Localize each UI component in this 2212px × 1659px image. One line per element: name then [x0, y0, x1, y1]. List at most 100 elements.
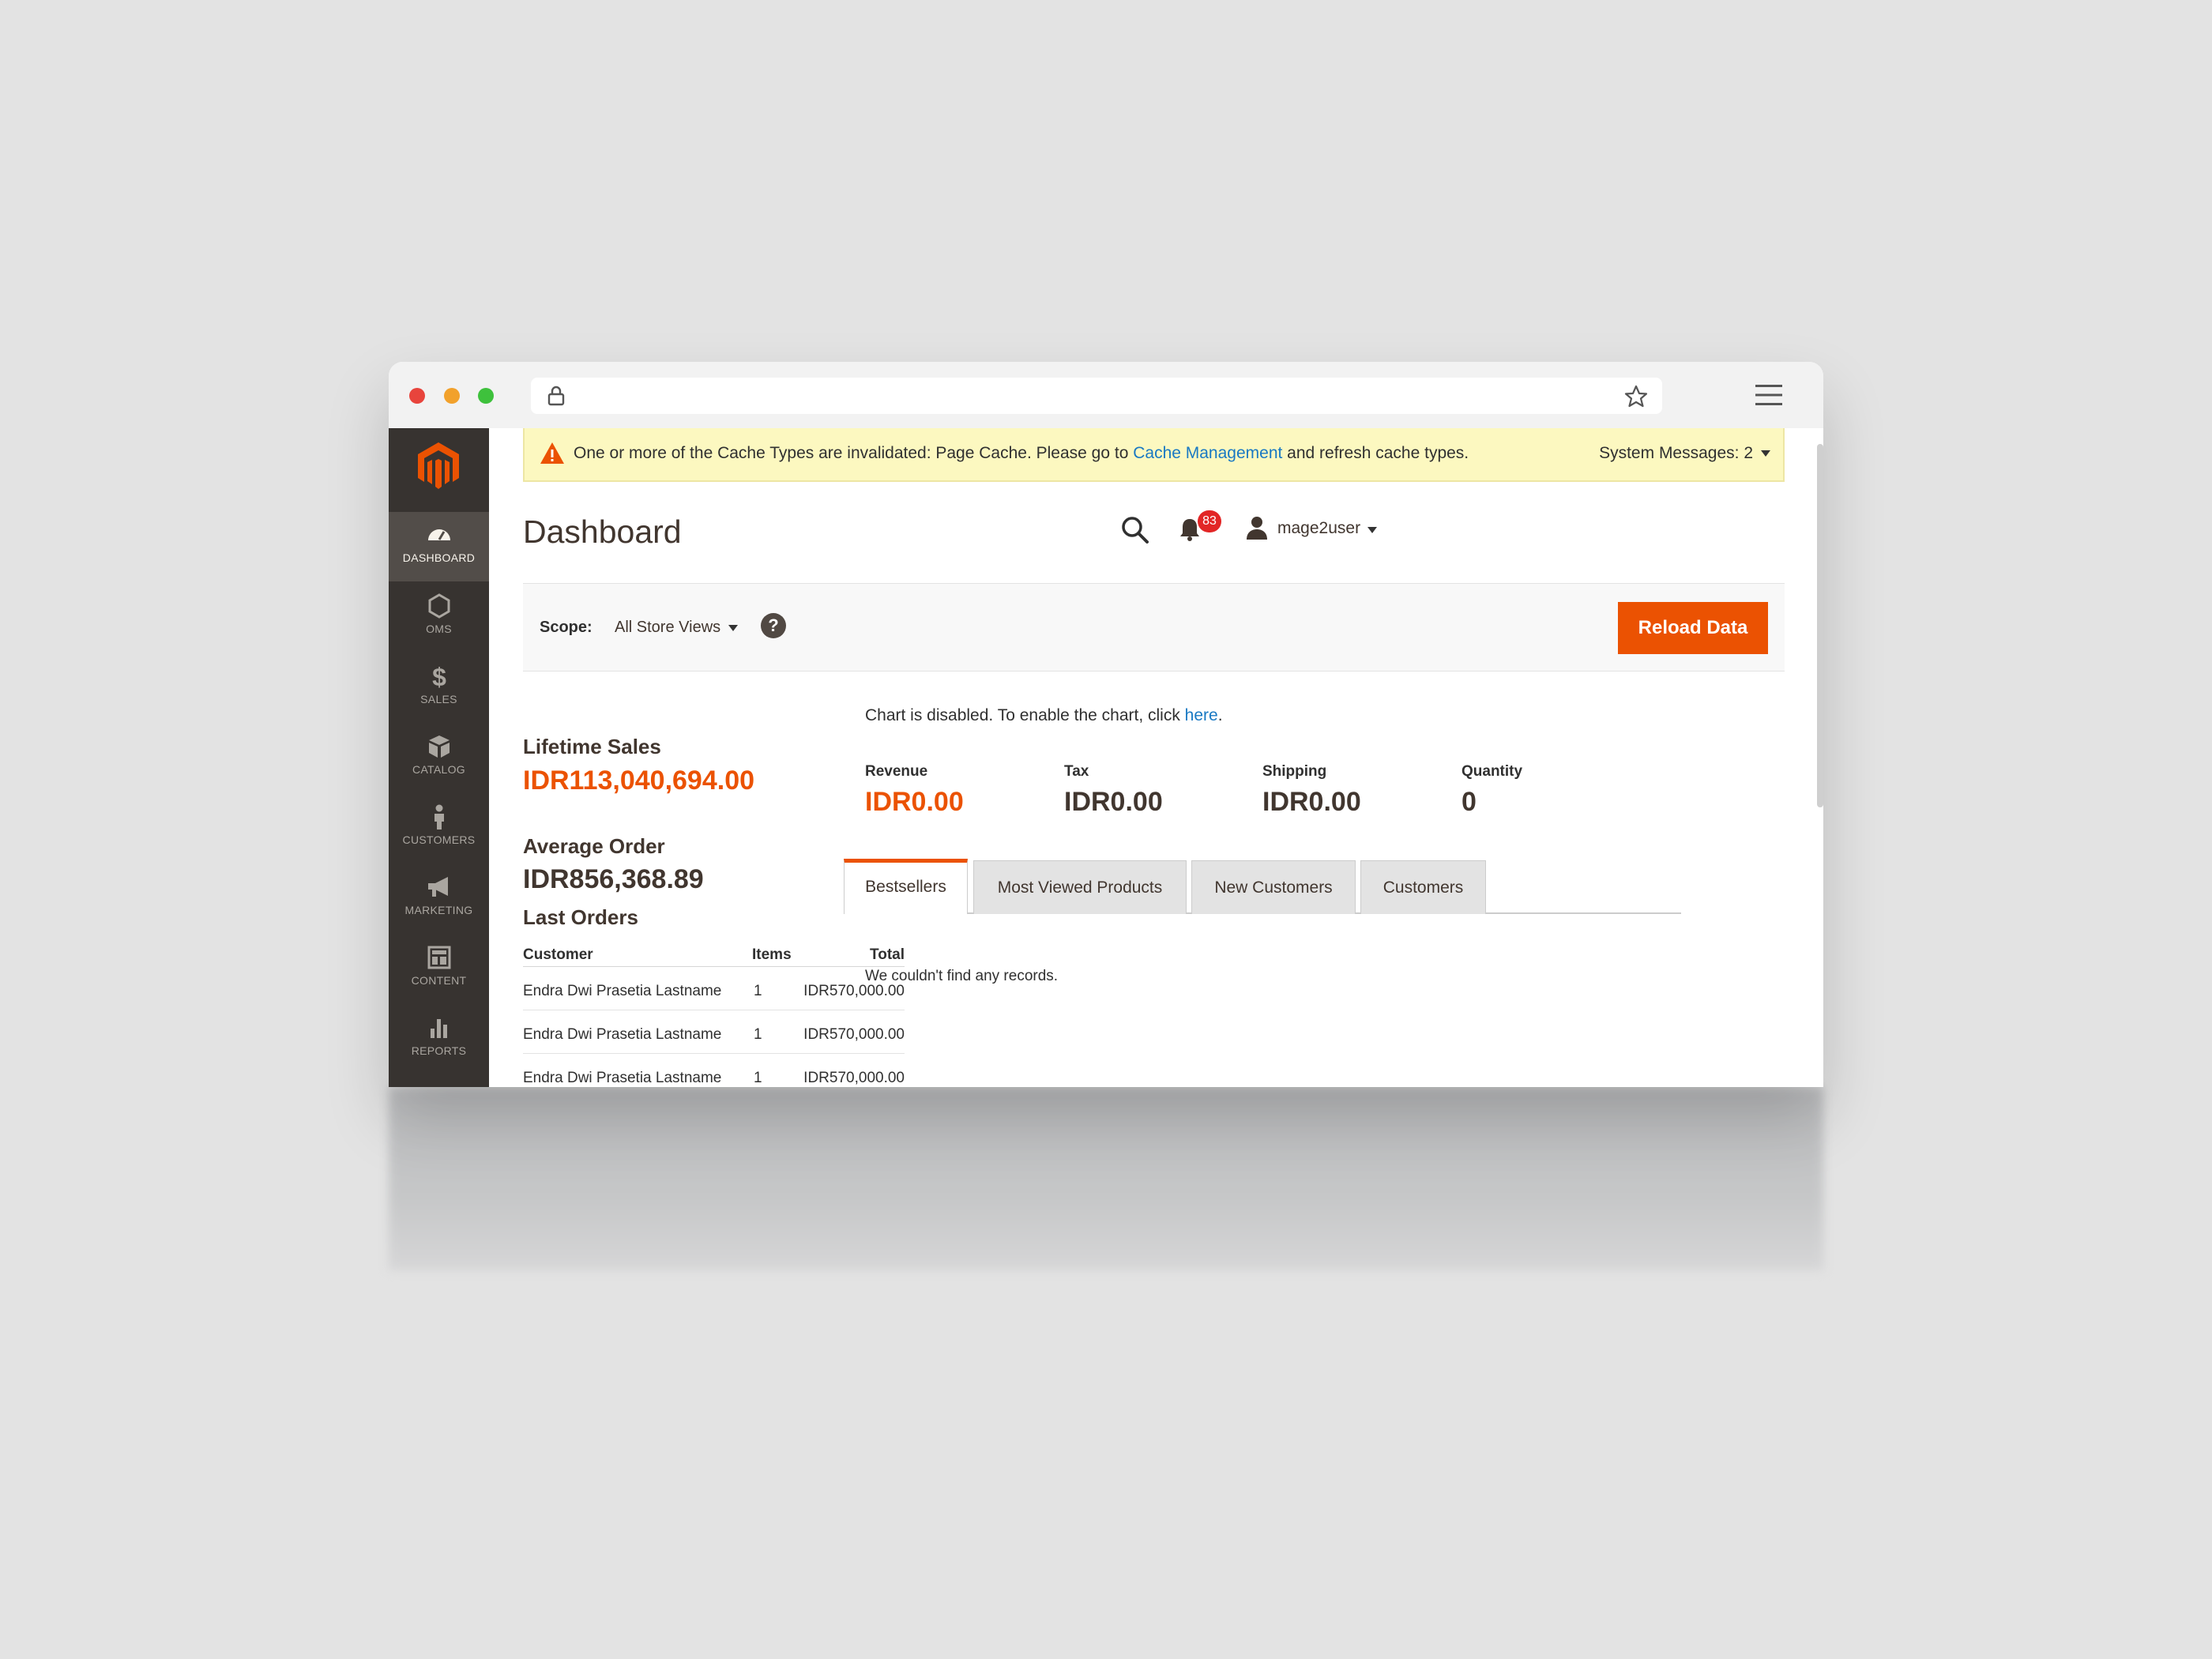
order-customer: Endra Dwi Prasetia Lastname [523, 1026, 722, 1043]
scope-toolbar: Scope: All Store Views ? Reload Data [523, 583, 1785, 672]
tab-customers[interactable]: Customers [1360, 860, 1486, 914]
chevron-down-icon [1761, 450, 1770, 457]
notice-text-end: and refresh cache types. [1282, 444, 1469, 462]
sidebar-item-customers[interactable]: CUSTOMERS [389, 794, 489, 863]
last-orders-title: Last Orders [523, 905, 638, 929]
maximize-window-button[interactable] [478, 388, 494, 404]
sidebar-item-label: REPORTS [411, 1044, 467, 1057]
megaphone-icon [427, 877, 448, 897]
sidebar-item-reports[interactable]: REPORTS [389, 1005, 489, 1074]
browser-toolbar [389, 362, 1823, 428]
sidebar-item-content[interactable]: CONTENT [389, 935, 489, 1004]
address-bar[interactable] [531, 378, 1662, 414]
chevron-down-icon[interactable] [1367, 527, 1377, 533]
magento-logo[interactable] [416, 441, 461, 490]
page-scrollbar[interactable] [1817, 444, 1823, 807]
tab-most-viewed-products[interactable]: Most Viewed Products [973, 860, 1187, 914]
user-menu[interactable]: mage2user [1277, 519, 1360, 538]
revenue-value: IDR0.00 [865, 787, 964, 817]
tab-new-customers[interactable]: New Customers [1191, 860, 1356, 914]
minimize-window-button[interactable] [444, 388, 460, 404]
svg-text:$: $ [432, 663, 446, 690]
lifetime-sales-label: Lifetime Sales [523, 735, 661, 758]
store-view-switcher[interactable]: All Store Views [615, 619, 739, 637]
quantity-label: Quantity [1462, 763, 1523, 780]
chart-disabled-message: Chart is disabled. To enable the chart, … [865, 706, 1223, 725]
sidebar-item-oms[interactable]: OMS [389, 583, 489, 653]
cache-management-link[interactable]: Cache Management [1133, 444, 1282, 462]
order-customer: Endra Dwi Prasetia Lastname [523, 1070, 722, 1086]
order-items: 1 [754, 983, 762, 999]
main-content: One or more of the Cache Types are inval… [489, 428, 1823, 1087]
sidebar-item-dashboard[interactable]: DASHBOARD [389, 512, 489, 581]
average-order-value: IDR856,368.89 [523, 864, 704, 894]
order-items: 1 [754, 1026, 762, 1043]
sidebar-item-label: DASHBOARD [402, 551, 476, 564]
shipping-label: Shipping [1262, 763, 1327, 780]
window-shadow [389, 1087, 1823, 1270]
tab-bestsellers[interactable]: Bestsellers [844, 859, 968, 914]
warning-icon [540, 442, 564, 464]
notice-message: One or more of the Cache Types are inval… [574, 444, 1469, 463]
order-total: IDR570,000.00 [803, 983, 905, 999]
browser-window: DASHBOARD OMS $ SALES CATALOG CUSTOMERS … [389, 362, 1823, 1087]
dashboard-tabs: Bestsellers Most Viewed Products New Cus… [844, 859, 1681, 914]
system-messages-toggle[interactable]: System Messages: 2 [1599, 444, 1770, 463]
dashboard-icon [427, 529, 450, 540]
table-row[interactable]: Endra Dwi Prasetia Lastname 1 IDR570,000… [523, 1054, 905, 1087]
order-total: IDR570,000.00 [803, 1070, 905, 1086]
hamburger-menu-icon[interactable] [1755, 384, 1782, 406]
chevron-down-icon [728, 624, 739, 631]
store-view-value: All Store Views [615, 619, 721, 636]
enable-chart-link[interactable]: here [1185, 706, 1218, 724]
tax-label: Tax [1064, 763, 1089, 780]
sidebar-item-label: CONTENT [411, 974, 467, 987]
column-header-customer: Customer [523, 946, 593, 963]
box-icon [428, 735, 450, 758]
dollar-icon: $ [432, 663, 446, 690]
order-items: 1 [754, 1070, 762, 1086]
lifetime-sales-value: IDR113,040,694.00 [523, 766, 755, 796]
bookmark-star-icon[interactable] [1624, 385, 1648, 408]
column-header-items: Items [752, 946, 792, 963]
sidebar-item-sales[interactable]: $ SALES [389, 653, 489, 723]
quantity-value: 0 [1462, 787, 1477, 817]
notice-text: One or more of the Cache Types are inval… [574, 444, 1134, 462]
bar-chart-icon [430, 1019, 447, 1038]
average-order-label: Average Order [523, 834, 665, 858]
system-notice: One or more of the Cache Types are inval… [523, 428, 1785, 482]
close-window-button[interactable] [409, 388, 425, 404]
layout-icon [427, 946, 450, 969]
empty-records-message: We couldn't find any records. [865, 968, 1059, 984]
sidebar-item-label: CUSTOMERS [402, 833, 476, 846]
person-icon [434, 804, 444, 830]
admin-sidebar: DASHBOARD OMS $ SALES CATALOG CUSTOMERS … [389, 428, 489, 1087]
system-messages-label: System Messages: 2 [1599, 444, 1753, 462]
search-icon[interactable] [1120, 515, 1150, 545]
sidebar-item-label: MARKETING [404, 904, 473, 916]
table-row[interactable]: Endra Dwi Prasetia Lastname 1 IDR570,000… [523, 967, 905, 1010]
table-row[interactable]: Endra Dwi Prasetia Lastname 1 IDR570,000… [523, 1010, 905, 1054]
notification-count-badge[interactable]: 83 [1198, 510, 1221, 532]
sidebar-item-label: OMS [426, 623, 452, 635]
help-icon[interactable]: ? [761, 613, 786, 638]
page-title: Dashboard [523, 514, 682, 550]
table-header: Customer Items Total [523, 937, 905, 967]
user-icon[interactable] [1245, 515, 1269, 540]
last-orders-table: Customer Items Total Endra Dwi Prasetia … [523, 937, 905, 1087]
column-header-total: Total [870, 946, 905, 963]
order-customer: Endra Dwi Prasetia Lastname [523, 983, 722, 999]
scope-label: Scope: [540, 619, 592, 636]
hexagon-icon [428, 593, 450, 619]
lock-icon [547, 386, 565, 406]
sidebar-item-marketing[interactable]: MARKETING [389, 864, 489, 934]
tax-value: IDR0.00 [1064, 787, 1163, 817]
sidebar-item-label: CATALOG [412, 763, 465, 776]
chart-message-text: Chart is disabled. To enable the chart, … [865, 706, 1185, 724]
order-total: IDR570,000.00 [803, 1026, 905, 1043]
shipping-value: IDR0.00 [1262, 787, 1361, 817]
reload-data-button[interactable]: Reload Data [1618, 602, 1768, 654]
revenue-label: Revenue [865, 763, 928, 780]
sidebar-item-catalog[interactable]: CATALOG [389, 724, 489, 793]
chart-message-end: . [1217, 706, 1223, 724]
